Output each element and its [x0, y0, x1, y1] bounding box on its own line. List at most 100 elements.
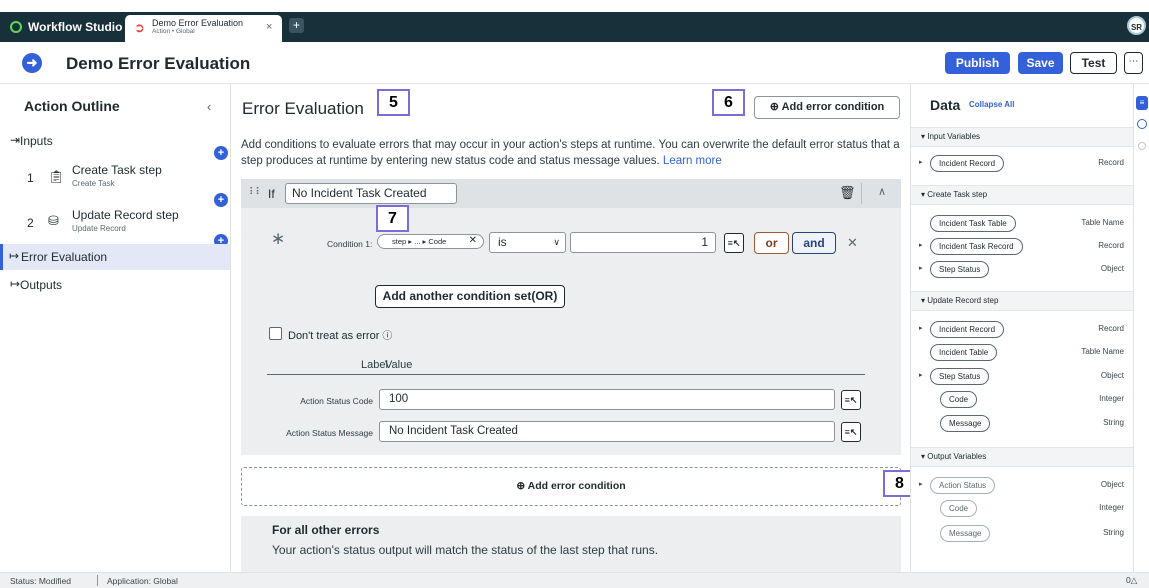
condition-value-input[interactable]: 1 — [570, 232, 716, 253]
collapse-outline-icon[interactable]: ‹ — [207, 99, 211, 114]
save-button[interactable]: Save — [1018, 52, 1063, 74]
or-button[interactable]: or — [754, 232, 789, 254]
data-type: Table Name — [1081, 347, 1124, 356]
other-errors-description: Your action's status output will match t… — [272, 543, 659, 557]
chevron-down-icon: ∨ — [553, 237, 560, 247]
callout-6: 6 — [712, 89, 745, 116]
status-message-input[interactable]: No Incident Task Created — [379, 421, 835, 442]
section-update-record-step[interactable]: ▾ Update Record step — [911, 291, 1134, 311]
test-button[interactable]: Test — [1070, 52, 1117, 74]
data-pill[interactable]: Step Status — [930, 261, 990, 278]
new-tab-button[interactable]: + — [289, 18, 304, 33]
expand-icon[interactable]: ▸ — [919, 158, 923, 166]
operator-select[interactable]: is ∨ — [489, 232, 566, 253]
condition-label: Condition 1: — [327, 239, 373, 249]
add-step-button[interactable]: + — [214, 146, 228, 160]
collapse-all-link[interactable]: Collapse All — [969, 100, 1015, 109]
title-bar: Workflow Studio ➲ Demo Error Evaluation … — [0, 12, 1149, 42]
data-pill[interactable]: Incident Table — [930, 344, 998, 361]
step-number: 1 — [27, 171, 34, 185]
plus-circle-icon: ⊕ — [516, 480, 526, 492]
divider — [97, 575, 98, 586]
learn-more-link[interactable]: Learn more — [663, 155, 722, 167]
data-picker-icon[interactable]: ≡↖ — [841, 390, 861, 410]
status-code-label: Action Status Code — [300, 396, 373, 406]
close-tab-icon[interactable]: × — [266, 21, 272, 33]
chevron-up-icon[interactable]: ∧ — [878, 185, 886, 198]
pill-arrow-icon: ▸ — [422, 237, 427, 246]
section-output-variables[interactable]: ▾ Output Variables — [911, 447, 1134, 467]
tab-subtitle: Action • Global — [152, 28, 195, 35]
expand-icon[interactable]: ▸ — [919, 371, 923, 379]
add-step-button[interactable]: + — [214, 193, 228, 207]
add-error-condition-label: Add error condition — [527, 480, 626, 492]
required-asterisk: ∗ — [271, 229, 286, 248]
outline-item-error-evaluation[interactable]: ↦ Error Evaluation — [0, 244, 230, 270]
add-error-condition-dropzone[interactable]: ⊕ Add error condition — [241, 467, 901, 506]
data-pill[interactable]: Step Status — [930, 368, 990, 385]
data-type: String — [1103, 528, 1124, 537]
status-message-label: Action Status Message — [286, 428, 373, 438]
more-options-button[interactable]: ⋯ — [1124, 52, 1143, 74]
outline-item-label: Outputs — [20, 278, 63, 292]
expand-icon[interactable]: ▸ — [919, 264, 923, 272]
status-code-input[interactable]: 100 — [379, 389, 835, 410]
data-row: ▸ Incident Record Record — [911, 320, 1134, 340]
tab-demo-error-evaluation[interactable]: ➲ Demo Error Evaluation Action • Global … — [125, 15, 282, 42]
outline-item-create-task[interactable]: 1 📋︎ Create Task step Create Task — [0, 161, 230, 195]
data-panel-icon[interactable]: ≡ — [1136, 96, 1148, 110]
section-label: Input Variables — [927, 132, 981, 141]
data-pill[interactable]: Incident Record — [930, 155, 1005, 172]
page-header: ➜ Demo Error Evaluation Publish Save Tes… — [0, 42, 1149, 84]
dont-treat-as-error-checkbox[interactable] — [269, 327, 282, 340]
divider — [267, 374, 865, 375]
expand-icon[interactable]: ▸ — [919, 480, 923, 488]
checkbox-label-text: Don't treat as error — [288, 330, 380, 342]
other-errors-block: For all other errors Your action's statu… — [241, 516, 901, 572]
top-strip — [0, 0, 1149, 12]
data-pill[interactable]: Incident Task Table — [930, 215, 1016, 232]
data-pill-step-code[interactable]: step ▸ ... ▸ Code ✕ — [377, 234, 484, 249]
data-pill[interactable]: Message — [940, 415, 991, 432]
drag-handle-icon[interactable]: ⠇⠇ — [249, 187, 263, 198]
user-avatar[interactable]: SR — [1127, 16, 1146, 35]
publish-button[interactable]: Publish — [945, 52, 1010, 74]
condition-name-input[interactable]: No Incident Task Created — [285, 183, 457, 204]
notifications-indicator[interactable]: 0△ — [1126, 575, 1137, 586]
section-input-variables[interactable]: ▾ Input Variables — [911, 127, 1134, 147]
data-type: Record — [1098, 158, 1124, 167]
app-home-button[interactable]: Workflow Studio — [10, 16, 122, 38]
add-condition-set-button[interactable]: Add another condition set(OR) — [375, 285, 565, 308]
data-row: Incident Task Table Table Name — [911, 214, 1134, 234]
expand-icon[interactable]: ▸ — [919, 324, 923, 332]
data-picker-icon[interactable]: ≡↖ — [841, 422, 861, 442]
and-button[interactable]: and — [792, 232, 836, 254]
trash-icon[interactable]: 🗑︎ — [839, 185, 856, 201]
outline-item-update-record[interactable]: 2 ⛁ Update Record step Update Record — [0, 206, 230, 240]
outline-item-inputs[interactable]: ⇥ Inputs — [0, 130, 230, 152]
data-pill[interactable]: Code — [940, 391, 978, 408]
add-error-condition-button[interactable]: ⊕ Add error condition — [754, 96, 900, 119]
expand-icon[interactable]: ▸ — [919, 241, 923, 249]
info-icon[interactable]: ⓘ — [382, 331, 392, 342]
label-column-header: Label — [361, 359, 388, 371]
data-picker-icon[interactable]: ≡↖ — [724, 233, 744, 253]
data-panel: Data Collapse All ▾ Input Variables ▸ In… — [910, 84, 1134, 572]
data-pill[interactable]: Code — [940, 500, 978, 517]
data-type: Object — [1100, 371, 1124, 380]
app-name: Workflow Studio — [28, 20, 123, 34]
remove-condition-icon[interactable]: ✕ — [847, 235, 858, 251]
operator-value: is — [498, 235, 507, 249]
section-create-task-step[interactable]: ▾ Create Task step — [911, 185, 1134, 205]
data-type: Integer — [1099, 394, 1124, 403]
history-icon[interactable] — [1137, 119, 1147, 129]
data-pill[interactable]: Incident Task Record — [930, 238, 1023, 255]
outline-item-outputs[interactable]: ↦ Outputs — [0, 274, 230, 296]
data-pill[interactable]: Incident Record — [930, 321, 1005, 338]
data-type: Record — [1098, 324, 1124, 333]
data-pill[interactable]: Message — [940, 525, 991, 542]
settings-icon[interactable] — [1138, 142, 1146, 150]
data-pill[interactable]: Action Status — [930, 477, 996, 494]
pill-segment: ... — [414, 237, 421, 246]
remove-pill-icon[interactable]: ✕ — [469, 234, 477, 247]
